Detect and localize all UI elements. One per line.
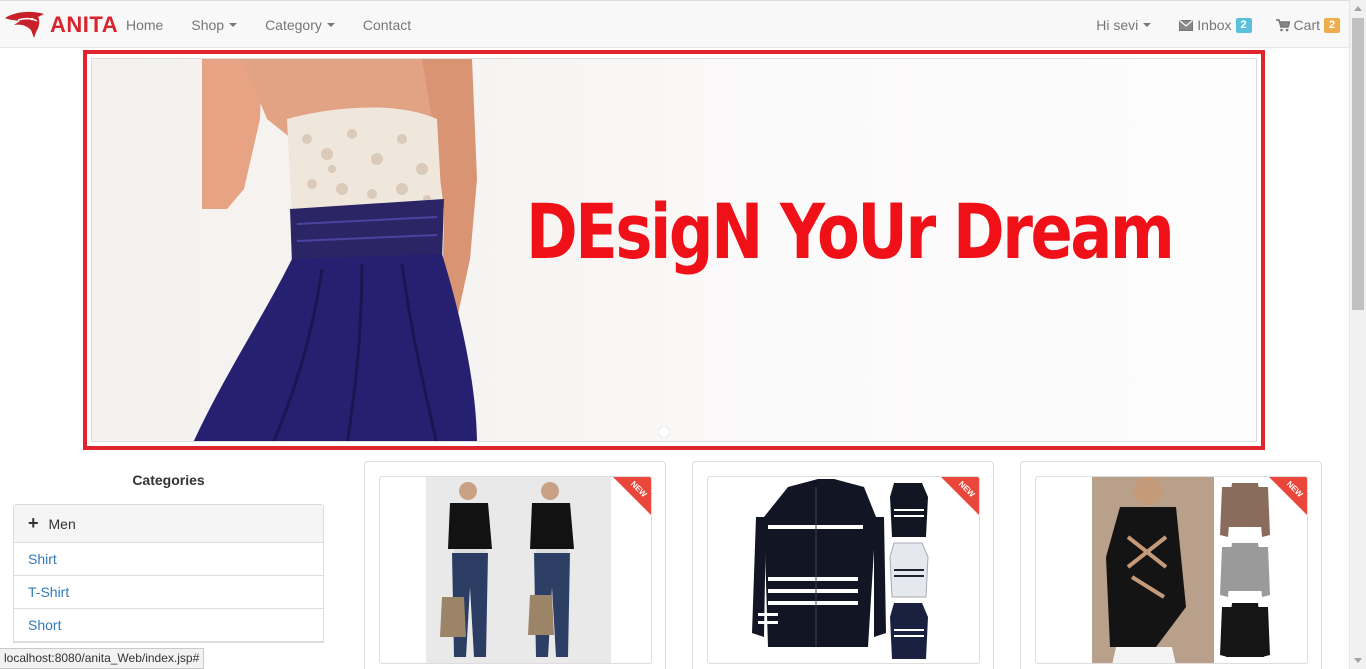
new-ribbon: NEW (1269, 477, 1307, 515)
user-greeting: Hi sevi (1096, 17, 1139, 33)
scroll-down-arrow-icon[interactable] (1354, 658, 1362, 663)
carousel-slide: DEsigN YoUr Dream (91, 58, 1257, 442)
nav-shop-dropdown[interactable]: Shop (177, 1, 251, 49)
hero-headline: DEsigN YoUr Dream (526, 187, 1175, 276)
category-item-shirt[interactable]: Shirt (14, 543, 323, 576)
category-group-men[interactable]: + Men (14, 505, 323, 543)
category-item-label: Shirt (28, 551, 57, 567)
nav-category-dropdown[interactable]: Category (251, 1, 349, 49)
product-thumbnail[interactable]: NEW (379, 476, 652, 664)
category-item-short[interactable]: Short (14, 609, 323, 642)
category-panel: + Men Shirt T-Shirt Short (13, 504, 324, 643)
new-ribbon: NEW (613, 477, 651, 515)
cart-link[interactable]: Cart 2 (1266, 1, 1349, 49)
main-menu: Home Shop Category Contact (112, 1, 425, 49)
product-card[interactable]: NEW (692, 461, 994, 669)
new-ribbon: NEW (941, 477, 979, 515)
caret-down-icon (326, 23, 335, 27)
eagle-logo-icon (5, 11, 44, 38)
plus-icon: + (28, 513, 39, 533)
men-shirt-jeans-image (426, 477, 611, 663)
category-group-label: Men (48, 515, 76, 532)
nav-shop-label: Shop (191, 17, 225, 33)
product-thumbnail[interactable]: NEW (707, 476, 980, 664)
product-thumbnail[interactable]: NEW (1035, 476, 1308, 664)
nav-home-label: Home (126, 17, 164, 33)
product-card[interactable]: NEW (1020, 461, 1322, 669)
top-navbar: ANITA Home Shop Category Contact Hi sevi… (0, 0, 1349, 48)
scroll-up-arrow-icon[interactable] (1354, 6, 1362, 11)
user-dropdown[interactable]: Hi sevi (1086, 1, 1169, 49)
browser-status-url: localhost:8080/anita_Web/index.jsp# (0, 648, 205, 669)
shopping-cart-icon (1275, 18, 1290, 31)
caret-down-icon (229, 23, 238, 27)
hero-carousel[interactable]: DEsigN YoUr Dream (83, 50, 1265, 450)
page-scrollbar[interactable] (1349, 0, 1366, 669)
inbox-count-badge: 2 (1235, 17, 1252, 33)
envelope-icon (1179, 19, 1194, 31)
brand-name: ANITA (50, 12, 119, 37)
user-menu: Hi sevi Inbox 2 Cart 2 (1086, 1, 1349, 49)
cart-label: Cart (1293, 17, 1320, 33)
men-striped-shirt-image (752, 479, 929, 659)
carousel-indicator-dot[interactable] (659, 427, 669, 437)
inbox-label: Inbox (1197, 17, 1232, 33)
nav-contact-label: Contact (362, 17, 412, 33)
cart-count-badge: 2 (1324, 17, 1340, 33)
model-dress-image (193, 59, 477, 441)
women-cutout-top-image (1092, 477, 1270, 663)
category-item-tshirt[interactable]: T-Shirt (14, 576, 323, 609)
nav-category-label: Category (265, 17, 322, 33)
brand-logo[interactable]: ANITA (4, 9, 118, 41)
product-card[interactable]: NEW (364, 461, 666, 669)
category-item-label: Short (28, 617, 62, 633)
nav-contact-link[interactable]: Contact (349, 1, 425, 49)
inbox-link[interactable]: Inbox 2 (1169, 1, 1265, 49)
category-item-label: T-Shirt (28, 584, 70, 600)
nav-home-link[interactable]: Home (112, 1, 177, 49)
categories-heading: Categories (132, 472, 205, 488)
caret-down-icon (1143, 23, 1152, 27)
scroll-thumb[interactable] (1352, 18, 1364, 310)
